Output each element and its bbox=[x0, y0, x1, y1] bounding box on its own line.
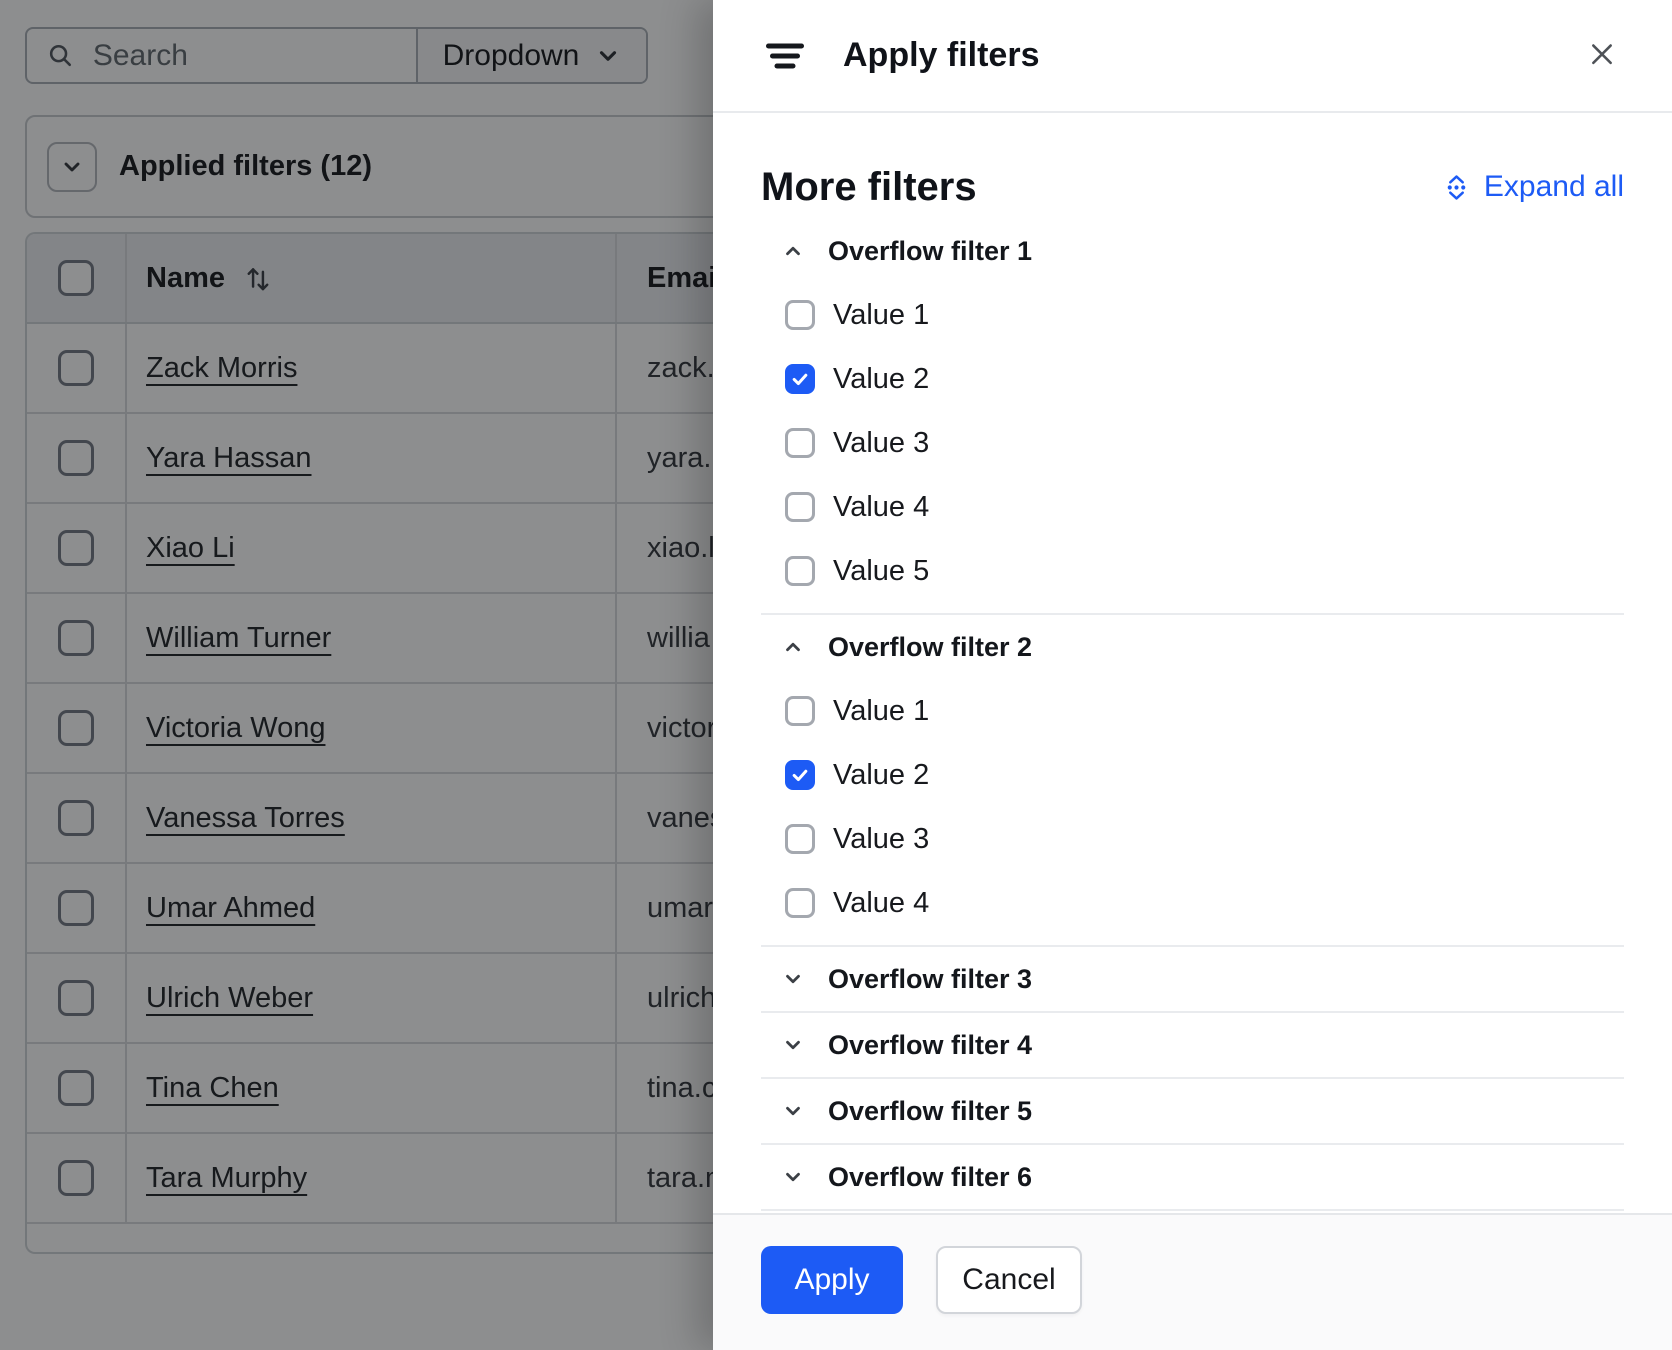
option-label: Value 2 bbox=[833, 363, 929, 396]
filter-section: Overflow filter 4 bbox=[761, 1013, 1624, 1079]
filter-option[interactable]: Value 5 bbox=[761, 539, 1624, 603]
option-label: Value 1 bbox=[833, 299, 929, 332]
expand-all-button[interactable]: Expand all bbox=[1444, 170, 1624, 204]
chevron-up-icon bbox=[782, 240, 804, 262]
close-icon bbox=[1589, 41, 1615, 67]
chevron-down-icon bbox=[782, 968, 804, 990]
app-root: Dropdown Applied filters (12) Name bbox=[0, 0, 1672, 1350]
chevron-down-icon bbox=[782, 1166, 804, 1188]
filter-section-options: Value 1 Value 2 Value 3 Value 4 bbox=[761, 283, 1624, 613]
filter-section-title: Overflow filter 2 bbox=[828, 632, 1032, 663]
option-checkbox[interactable] bbox=[785, 492, 815, 522]
filter-section: Overflow filter 5 bbox=[761, 1079, 1624, 1145]
option-label: Value 3 bbox=[833, 823, 929, 856]
close-button[interactable] bbox=[1587, 39, 1617, 69]
filter-section-header[interactable]: Overflow filter 3 bbox=[761, 947, 1624, 1011]
option-label: Value 4 bbox=[833, 491, 929, 524]
option-checkbox[interactable] bbox=[785, 556, 815, 586]
filter-section-header[interactable]: Overflow filter 1 bbox=[761, 219, 1624, 283]
chevron-up-icon bbox=[782, 636, 804, 658]
expand-all-icon bbox=[1444, 174, 1469, 201]
filter-section-title: Overflow filter 6 bbox=[828, 1162, 1032, 1193]
filter-section-title: Overflow filter 5 bbox=[828, 1096, 1032, 1127]
filter-section-options: Value 1 Value 2 Value 3 Value 4 bbox=[761, 679, 1624, 945]
filter-section-header[interactable]: Overflow filter 5 bbox=[761, 1079, 1624, 1143]
filter-section-title: Overflow filter 1 bbox=[828, 236, 1032, 267]
option-checkbox[interactable] bbox=[785, 824, 815, 854]
filter-section-header[interactable]: Overflow filter 6 bbox=[761, 1145, 1624, 1209]
apply-filters-panel: Apply filters More filters bbox=[713, 0, 1672, 1350]
filter-option[interactable]: Value 4 bbox=[761, 871, 1624, 935]
filter-section-title: Overflow filter 4 bbox=[828, 1030, 1032, 1061]
panel-body: More filters Expand all bbox=[713, 163, 1672, 1211]
expand-all-label: Expand all bbox=[1484, 170, 1624, 204]
filter-icon bbox=[766, 43, 804, 69]
filter-section: Overflow filter 6 bbox=[761, 1145, 1624, 1211]
filter-section-header[interactable]: Overflow filter 4 bbox=[761, 1013, 1624, 1077]
option-label: Value 4 bbox=[833, 887, 929, 920]
overlay-scrim[interactable] bbox=[0, 0, 713, 1350]
filter-section: Overflow filter 2 Value 1 Value 2 Value … bbox=[761, 615, 1624, 947]
option-checkbox[interactable] bbox=[785, 364, 815, 394]
filter-option[interactable]: Value 4 bbox=[761, 475, 1624, 539]
option-checkbox[interactable] bbox=[785, 888, 815, 918]
option-label: Value 1 bbox=[833, 695, 929, 728]
option-checkbox[interactable] bbox=[785, 760, 815, 790]
option-label: Value 5 bbox=[833, 555, 929, 588]
cancel-button[interactable]: Cancel bbox=[936, 1246, 1082, 1314]
panel-title: Apply filters bbox=[843, 36, 1039, 75]
filter-section-title: Overflow filter 3 bbox=[828, 964, 1032, 995]
filter-option[interactable]: Value 2 bbox=[761, 347, 1624, 411]
checkmark-icon bbox=[790, 765, 810, 785]
panel-header: Apply filters bbox=[713, 0, 1672, 113]
chevron-down-icon bbox=[782, 1100, 804, 1122]
filter-option[interactable]: Value 1 bbox=[761, 679, 1624, 743]
option-checkbox[interactable] bbox=[785, 696, 815, 726]
option-checkbox[interactable] bbox=[785, 300, 815, 330]
filter-section: Overflow filter 3 bbox=[761, 947, 1624, 1013]
more-filters-heading: More filters bbox=[761, 165, 977, 210]
filter-option[interactable]: Value 3 bbox=[761, 807, 1624, 871]
apply-button[interactable]: Apply bbox=[761, 1246, 903, 1314]
checkmark-icon bbox=[790, 369, 810, 389]
filter-option[interactable]: Value 3 bbox=[761, 411, 1624, 475]
filter-sections: Overflow filter 1 Value 1 Value 2 Value … bbox=[761, 219, 1624, 1211]
option-label: Value 2 bbox=[833, 759, 929, 792]
chevron-down-icon bbox=[782, 1034, 804, 1056]
option-checkbox[interactable] bbox=[785, 428, 815, 458]
panel-footer: Apply Cancel bbox=[713, 1213, 1672, 1350]
option-label: Value 3 bbox=[833, 427, 929, 460]
filter-option[interactable]: Value 2 bbox=[761, 743, 1624, 807]
filter-section: Overflow filter 1 Value 1 Value 2 Value … bbox=[761, 219, 1624, 615]
filter-option[interactable]: Value 1 bbox=[761, 283, 1624, 347]
filter-section-header[interactable]: Overflow filter 2 bbox=[761, 615, 1624, 679]
